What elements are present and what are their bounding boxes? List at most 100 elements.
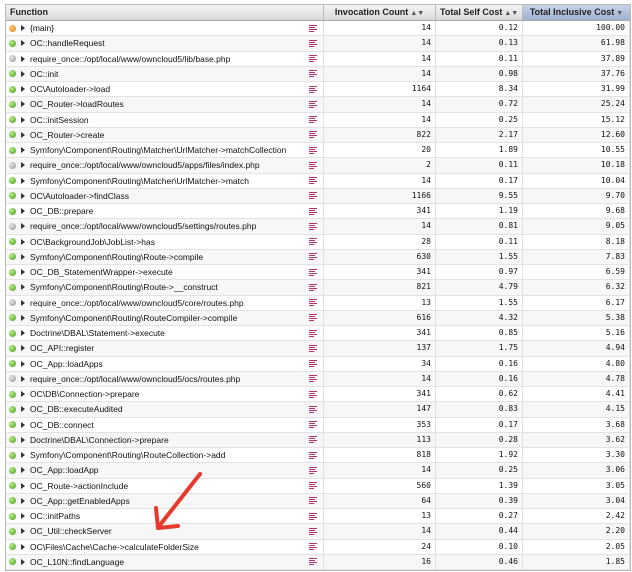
table-row[interactable]: OC\Autoloader->load 1164 8.34 31.99: [6, 82, 630, 98]
callgraph-flag-icon[interactable]: [309, 482, 317, 490]
expand-triangle-icon[interactable]: [21, 238, 25, 245]
table-row[interactable]: OC_DB_StatementWrapper->execute 341 0.97 6.…: [6, 265, 630, 281]
table-row[interactable]: OC::handleRequest 14 0.13 61.98: [6, 36, 630, 52]
expand-triangle-icon[interactable]: [21, 391, 25, 398]
table-row[interactable]: Symfony\Component\Routing\Route->compile…: [6, 249, 630, 265]
callgraph-flag-icon[interactable]: [309, 161, 317, 169]
table-row[interactable]: Symfony\Component\Routing\Matcher\UrlMat…: [6, 173, 630, 189]
table-row[interactable]: OC_App::loadApps 34 0.16 4.80: [6, 356, 630, 372]
expand-triangle-icon[interactable]: [21, 314, 25, 321]
callgraph-flag-icon[interactable]: [309, 253, 317, 261]
callgraph-flag-icon[interactable]: [309, 466, 317, 474]
expand-triangle-icon[interactable]: [21, 223, 25, 230]
callgraph-flag-icon[interactable]: [309, 70, 317, 78]
callgraph-flag-icon[interactable]: [309, 192, 317, 200]
table-row[interactable]: OC\DB\Connection->prepare 341 0.62 4.41: [6, 387, 630, 403]
table-row[interactable]: require_once::/opt/local/www/owncloud5/a…: [6, 158, 630, 174]
callgraph-flag-icon[interactable]: [309, 222, 317, 230]
table-row[interactable]: require_once::/opt/local/www/owncloud5/c…: [6, 295, 630, 311]
table-row[interactable]: OC_DB::executeAudited 147 0.83 4.15: [6, 402, 630, 418]
table-row[interactable]: Symfony\Component\Routing\Matcher\UrlMat…: [6, 143, 630, 159]
table-row[interactable]: Symfony\Component\Routing\RouteCompiler-…: [6, 310, 630, 326]
callgraph-flag-icon[interactable]: [309, 55, 317, 63]
callgraph-flag-icon[interactable]: [309, 299, 317, 307]
table-row[interactable]: OC_DB::connect 353 0.17 3.68: [6, 417, 630, 433]
callgraph-flag-icon[interactable]: [309, 207, 317, 215]
table-row[interactable]: OC_Router->create 822 2.17 12.60: [6, 127, 630, 143]
expand-triangle-icon[interactable]: [21, 40, 25, 47]
expand-triangle-icon[interactable]: [21, 269, 25, 276]
expand-triangle-icon[interactable]: [21, 345, 25, 352]
expand-triangle-icon[interactable]: [21, 360, 25, 367]
table-row[interactable]: OC\BackgroundJob\JobList->has 28 0.11 8.18: [6, 234, 630, 250]
table-row[interactable]: Doctrine\DBAL\Connection->prepare 113 0.28…: [6, 432, 630, 448]
table-row[interactable]: require_once::/opt/local/www/owncloud5/o…: [6, 371, 630, 387]
table-row[interactable]: OC::init 14 0.98 37.76: [6, 66, 630, 82]
expand-triangle-icon[interactable]: [21, 528, 25, 535]
callgraph-flag-icon[interactable]: [309, 177, 317, 185]
callgraph-flag-icon[interactable]: [309, 100, 317, 108]
callgraph-flag-icon[interactable]: [309, 436, 317, 444]
table-row[interactable]: Doctrine\DBAL\Statement->execute 341 0.85 5…: [6, 326, 630, 342]
expand-triangle-icon[interactable]: [21, 452, 25, 459]
callgraph-flag-icon[interactable]: [309, 344, 317, 352]
callgraph-flag-icon[interactable]: [309, 543, 317, 551]
table-row[interactable]: OC::initSession 14 0.25 15.12: [6, 112, 630, 128]
table-row[interactable]: OC\Autoloader->findClass 1166 9.55 9.70: [6, 188, 630, 204]
table-row[interactable]: OC_Util::checkServer 14 0.44 2.20: [6, 524, 630, 540]
callgraph-flag-icon[interactable]: [309, 451, 317, 459]
expand-triangle-icon[interactable]: [21, 101, 25, 108]
callgraph-flag-icon[interactable]: [309, 24, 317, 32]
expand-triangle-icon[interactable]: [21, 284, 25, 291]
expand-triangle-icon[interactable]: [21, 330, 25, 337]
table-row[interactable]: {main} 14 0.12 100.00: [6, 21, 630, 37]
table-row[interactable]: OC_App::getEnabledApps 64 0.39 3.04: [6, 493, 630, 509]
callgraph-flag-icon[interactable]: [309, 283, 317, 291]
callgraph-flag-icon[interactable]: [309, 146, 317, 154]
callgraph-flag-icon[interactable]: [309, 85, 317, 93]
callgraph-flag-icon[interactable]: [309, 497, 317, 505]
expand-triangle-icon[interactable]: [21, 558, 25, 565]
callgraph-flag-icon[interactable]: [309, 375, 317, 383]
callgraph-flag-icon[interactable]: [309, 131, 317, 139]
table-row[interactable]: Symfony\Component\Routing\RouteCollectio…: [6, 448, 630, 464]
expand-triangle-icon[interactable]: [21, 375, 25, 382]
callgraph-flag-icon[interactable]: [309, 314, 317, 322]
column-header-invocation-count[interactable]: Invocation Count ▲▼: [324, 5, 436, 20]
column-header-function[interactable]: Function: [6, 5, 324, 20]
expand-triangle-icon[interactable]: [21, 482, 25, 489]
table-row[interactable]: OC_API::register 137 1.75 4.94: [6, 341, 630, 357]
callgraph-flag-icon[interactable]: [309, 512, 317, 520]
expand-triangle-icon[interactable]: [21, 116, 25, 123]
callgraph-flag-icon[interactable]: [309, 329, 317, 337]
expand-triangle-icon[interactable]: [21, 177, 25, 184]
table-row[interactable]: OC_Route->actionInclude 560 1.39 3.05: [6, 478, 630, 494]
callgraph-flag-icon[interactable]: [309, 268, 317, 276]
expand-triangle-icon[interactable]: [21, 299, 25, 306]
column-header-total-inclusive-cost[interactable]: Total Inclusive Cost ▼: [523, 5, 630, 20]
expand-triangle-icon[interactable]: [21, 147, 25, 154]
expand-triangle-icon[interactable]: [21, 421, 25, 428]
table-row[interactable]: OC\Files\Cache\Cache->calculateFolderSiz…: [6, 539, 630, 555]
callgraph-flag-icon[interactable]: [309, 360, 317, 368]
expand-triangle-icon[interactable]: [21, 25, 25, 32]
callgraph-flag-icon[interactable]: [309, 390, 317, 398]
table-row[interactable]: OC::initPaths 13 0.27 2.42: [6, 509, 630, 525]
expand-triangle-icon[interactable]: [21, 513, 25, 520]
table-row[interactable]: OC_L10N::findLanguage 16 0.46 1.85: [6, 554, 630, 570]
callgraph-flag-icon[interactable]: [309, 527, 317, 535]
callgraph-flag-icon[interactable]: [309, 39, 317, 47]
expand-triangle-icon[interactable]: [21, 436, 25, 443]
callgraph-flag-icon[interactable]: [309, 116, 317, 124]
callgraph-flag-icon[interactable]: [309, 238, 317, 246]
table-row[interactable]: OC_App::loadApp 14 0.25 3.06: [6, 463, 630, 479]
expand-triangle-icon[interactable]: [21, 55, 25, 62]
expand-triangle-icon[interactable]: [21, 70, 25, 77]
callgraph-flag-icon[interactable]: [309, 558, 317, 566]
expand-triangle-icon[interactable]: [21, 543, 25, 550]
expand-triangle-icon[interactable]: [21, 406, 25, 413]
expand-triangle-icon[interactable]: [21, 86, 25, 93]
table-row[interactable]: Symfony\Component\Routing\Route->__const…: [6, 280, 630, 296]
expand-triangle-icon[interactable]: [21, 162, 25, 169]
expand-triangle-icon[interactable]: [21, 467, 25, 474]
